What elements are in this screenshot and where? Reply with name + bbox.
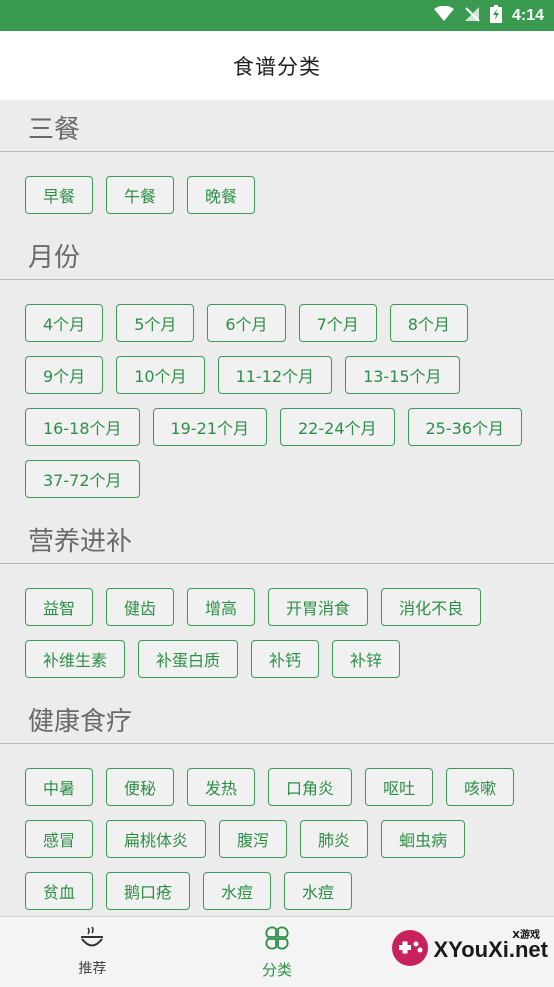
category-chip[interactable]: 10个月: [116, 356, 205, 394]
category-chip[interactable]: 鹅口疮: [106, 872, 191, 910]
category-chip[interactable]: 4个月: [25, 304, 104, 342]
section-title: 月份: [28, 243, 81, 273]
category-chip[interactable]: 25-36个月: [407, 408, 522, 446]
nav-label: 分类: [262, 960, 293, 979]
category-chip[interactable]: 6个月: [207, 304, 286, 342]
category-chip[interactable]: 腹泻: [219, 820, 288, 858]
category-chip[interactable]: 水痘: [203, 872, 272, 910]
category-chip[interactable]: 呕吐: [365, 768, 434, 806]
category-chip[interactable]: 补锌: [332, 640, 401, 678]
category-chip[interactable]: 9个月: [25, 356, 104, 394]
section-header: 月份: [0, 228, 554, 280]
category-chip[interactable]: 消化不良: [381, 588, 482, 626]
category-chip[interactable]: 益智: [25, 588, 94, 626]
watermark: XYouXi.net X游戏: [390, 928, 548, 972]
category-chip[interactable]: 补钙: [251, 640, 320, 678]
category-chip[interactable]: 7个月: [298, 304, 377, 342]
category-chip[interactable]: 蛔虫病: [381, 820, 466, 858]
category-chip[interactable]: 22-24个月: [280, 408, 395, 446]
category-chip[interactable]: 13-15个月: [345, 356, 460, 394]
chip-group: 中暑 便秘 发热 口角炎 呕吐 咳嗽 感冒 扁桃体炎 腹泻 肺炎 蛔虫病 贫血 …: [0, 744, 554, 916]
category-chip[interactable]: 水痘: [284, 872, 353, 910]
bowl-icon: [79, 926, 105, 954]
section-months: 月份 4个月 5个月 6个月 7个月 8个月 9个月 10个月 11-12个月 …: [0, 228, 554, 512]
chip-group: 4个月 5个月 6个月 7个月 8个月 9个月 10个月 11-12个月 13-…: [0, 280, 554, 512]
section-title: 三餐: [28, 115, 81, 145]
page-title: 食谱分类: [233, 54, 321, 79]
category-chip[interactable]: 感冒: [25, 820, 94, 858]
battery-charging-icon: [489, 4, 502, 27]
clover-grid-icon: [264, 925, 290, 955]
section-title: 健康食疗: [28, 707, 133, 737]
category-chip[interactable]: 午餐: [106, 176, 175, 214]
category-chip[interactable]: 贫血: [25, 872, 94, 910]
status-bar: 4:14: [0, 0, 554, 31]
section-health-therapy: 健康食疗 中暑 便秘 发热 口角炎 呕吐 咳嗽 感冒 扁桃体炎 腹泻 肺炎 蛔虫…: [0, 692, 554, 916]
category-chip[interactable]: 补蛋白质: [138, 640, 239, 678]
category-chip[interactable]: 晚餐: [187, 176, 256, 214]
chip-group: 益智 健齿 增高 开胃消食 消化不良 补维生素 补蛋白质 补钙 补锌: [0, 564, 554, 692]
category-chip[interactable]: 16-18个月: [25, 408, 140, 446]
category-chip[interactable]: 8个月: [389, 304, 468, 342]
category-list[interactable]: 三餐 早餐 午餐 晚餐 月份 4个月 5个月 6个月 7个月 8个月 9个月 1…: [0, 100, 554, 916]
no-signal-icon: [464, 6, 480, 26]
wifi-icon: [433, 5, 454, 26]
category-chip[interactable]: 健齿: [106, 588, 175, 626]
section-nutrition: 营养进补 益智 健齿 增高 开胃消食 消化不良 补维生素 补蛋白质 补钙 补锌: [0, 512, 554, 692]
nav-label: 推荐: [78, 961, 107, 977]
section-header: 三餐: [0, 100, 554, 152]
section-header: 营养进补: [0, 512, 554, 564]
category-chip[interactable]: 肺炎: [300, 820, 369, 858]
chip-group: 早餐 午餐 晚餐: [0, 152, 554, 228]
category-chip[interactable]: 扁桃体炎: [106, 820, 207, 858]
category-chip[interactable]: 5个月: [116, 304, 195, 342]
status-time: 4:14: [511, 6, 544, 24]
category-chip[interactable]: 增高: [187, 588, 256, 626]
category-chip[interactable]: 开胃消食: [268, 588, 369, 626]
category-chip[interactable]: 补维生素: [25, 640, 126, 678]
nav-category[interactable]: 分类: [185, 917, 370, 987]
nav-recommend[interactable]: 推荐: [0, 917, 185, 987]
category-chip[interactable]: 37-72个月: [25, 460, 140, 498]
category-chip[interactable]: 中暑: [25, 768, 94, 806]
status-icons: 4:14: [433, 0, 544, 31]
category-chip[interactable]: 咳嗽: [446, 768, 515, 806]
category-chip[interactable]: 发热: [187, 768, 256, 806]
category-chip[interactable]: 11-12个月: [217, 356, 333, 394]
watermark-small: X游戏: [512, 930, 540, 941]
section-header: 健康食疗: [0, 692, 554, 744]
category-chip[interactable]: 便秘: [106, 768, 175, 806]
gamepad-logo-icon: [390, 928, 430, 972]
section-meals: 三餐 早餐 午餐 晚餐: [0, 100, 554, 228]
section-title: 营养进补: [28, 527, 133, 557]
app-bar: 食谱分类: [0, 31, 554, 100]
category-chip[interactable]: 19-21个月: [152, 408, 267, 446]
category-chip[interactable]: 口角炎: [268, 768, 353, 806]
category-chip[interactable]: 早餐: [25, 176, 94, 214]
